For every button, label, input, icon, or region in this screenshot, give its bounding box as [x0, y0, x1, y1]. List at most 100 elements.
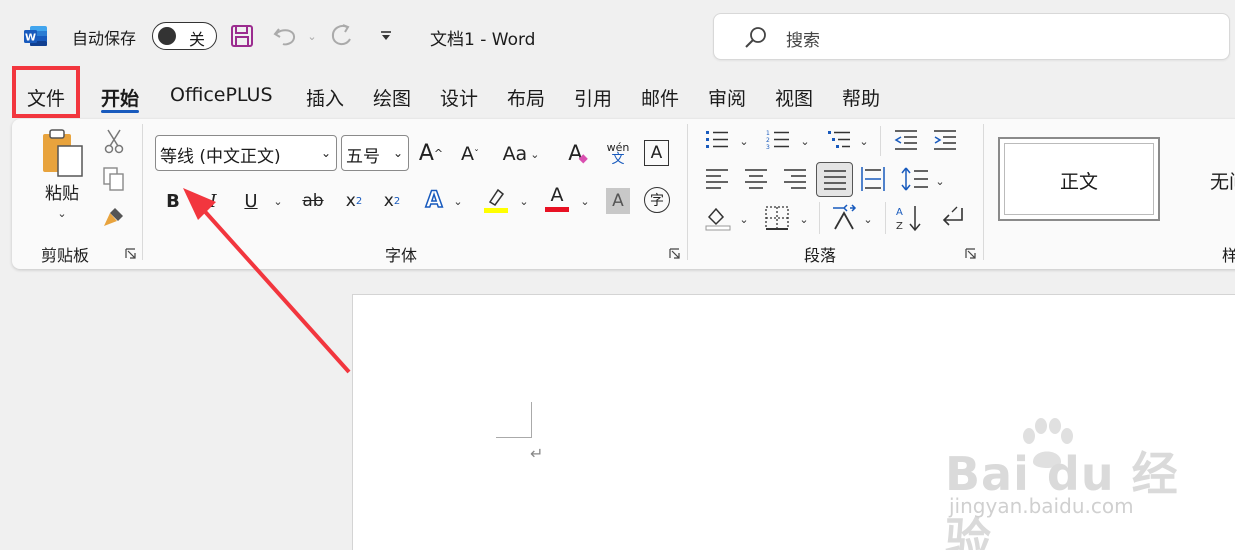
format-painter-icon[interactable]	[101, 204, 127, 230]
group-separator	[983, 124, 984, 260]
paste-label[interactable]: 粘贴	[42, 180, 82, 204]
autosave-toggle[interactable]: 关	[152, 22, 217, 50]
underline-label: U	[244, 190, 258, 212]
tab-references[interactable]: 引用	[574, 84, 612, 111]
multilevel-list-icon[interactable]	[826, 128, 852, 152]
underline-button[interactable]: U	[238, 187, 264, 215]
svg-text:Z: Z	[896, 221, 903, 232]
subscript-icon[interactable]: x2	[340, 187, 368, 215]
line-spacing-icon[interactable]	[901, 166, 929, 192]
asian-layout-icon[interactable]	[830, 204, 858, 232]
change-case-label: Aa	[502, 143, 528, 165]
paragraph-mark-icon: ↵	[530, 444, 544, 463]
numbering-icon[interactable]: 123	[765, 128, 791, 152]
undo-dropdown-icon[interactable]: ⌄	[298, 22, 326, 50]
bullets-icon[interactable]	[704, 128, 730, 152]
align-right-icon[interactable]	[782, 167, 808, 191]
font-group-label: 字体	[385, 246, 418, 265]
style-no-spacing-tile[interactable]: 无间	[1170, 137, 1235, 221]
style-no-spacing-label: 无间	[1210, 171, 1235, 193]
paste-dropdown-icon[interactable]: ⌄	[55, 206, 69, 220]
svg-text:W: W	[25, 33, 36, 44]
text-effects-dropdown-icon[interactable]: ⌄	[451, 192, 465, 210]
tab-home[interactable]: 开始	[101, 84, 139, 111]
distributed-icon[interactable]	[860, 166, 886, 192]
clear-formatting-icon[interactable]: A ◆	[563, 138, 593, 168]
svg-text:3: 3	[766, 144, 770, 151]
align-center-icon[interactable]	[743, 167, 769, 191]
styles-group-label: 样	[1222, 246, 1235, 265]
title-bar: W 自动保存 关 ⌄ 文档1 - Word 搜索	[0, 0, 1235, 66]
cut-icon[interactable]	[102, 128, 126, 154]
svg-text:2: 2	[766, 137, 770, 144]
sort-icon[interactable]: AZ	[895, 204, 923, 232]
style-normal-label: 正文	[1059, 171, 1098, 193]
baidu-watermark-logo: Bai du 经验 jingyan.baidu.com	[945, 418, 1185, 550]
grow-font-icon[interactable]: A ^	[417, 138, 445, 168]
style-normal-tile[interactable]: 正文	[998, 137, 1160, 221]
paragraph-launcher-icon[interactable]	[965, 248, 976, 259]
search-box[interactable]: 搜索	[713, 13, 1230, 60]
show-formatting-marks-icon[interactable]	[938, 204, 966, 232]
shading-dropdown-icon[interactable]: ⌄	[737, 210, 751, 228]
borders-dropdown-icon[interactable]: ⌄	[797, 210, 811, 228]
autosave-state: 关	[189, 30, 206, 49]
save-icon[interactable]	[228, 22, 256, 50]
tab-mailings[interactable]: 邮件	[641, 84, 679, 111]
tab-design[interactable]: 设计	[440, 84, 478, 111]
font-color-dropdown-icon[interactable]: ⌄	[578, 192, 592, 210]
borders-icon[interactable]	[764, 205, 790, 231]
font-color-icon[interactable]: A	[543, 184, 571, 214]
svg-text:A: A	[896, 207, 903, 218]
line-spacing-dropdown-icon[interactable]: ⌄	[933, 172, 947, 190]
character-border-icon[interactable]: A	[644, 140, 669, 166]
tab-officeplus[interactable]: OfficePLUS	[170, 84, 273, 106]
chevron-down-icon: ⌄	[320, 146, 331, 160]
decrease-indent-icon[interactable]	[893, 128, 919, 152]
highlight-color-icon[interactable]	[482, 186, 510, 214]
tab-view[interactable]: 视图	[775, 84, 813, 111]
group-separator	[687, 124, 688, 260]
character-border-label: A	[650, 143, 663, 163]
italic-label: I	[209, 190, 217, 212]
shrink-font-icon[interactable]: Aˇ	[456, 140, 484, 168]
tab-layout[interactable]: 布局	[507, 84, 545, 111]
multilevel-dropdown-icon[interactable]: ⌄	[857, 132, 871, 150]
paste-icon[interactable]	[40, 128, 86, 178]
tab-review[interactable]: 审阅	[708, 84, 746, 111]
customize-toolbar-icon[interactable]	[372, 22, 400, 50]
superscript-icon[interactable]: x2	[378, 187, 406, 215]
shading-icon[interactable]	[705, 205, 731, 231]
tab-help[interactable]: 帮助	[842, 84, 880, 111]
align-left-icon[interactable]	[704, 167, 730, 191]
bullets-dropdown-icon[interactable]: ⌄	[737, 132, 751, 150]
text-effects-icon[interactable]: A	[420, 185, 448, 215]
search-placeholder: 搜索	[786, 31, 820, 51]
enclose-characters-icon[interactable]: 字	[644, 187, 670, 213]
redo-icon[interactable]	[328, 22, 356, 50]
file-tab-highlight-box	[12, 66, 80, 118]
tab-insert[interactable]: 插入	[306, 84, 344, 111]
font-size-combobox[interactable]: 五号 ⌄	[341, 135, 409, 171]
font-name-combobox[interactable]: 等线 (中文正文) ⌄	[155, 135, 337, 171]
font-launcher-icon[interactable]	[669, 248, 680, 259]
word-logo-icon[interactable]: W	[23, 24, 48, 48]
increase-indent-icon[interactable]	[932, 128, 958, 152]
clipboard-launcher-icon[interactable]	[125, 248, 136, 259]
tab-draw[interactable]: 绘图	[373, 84, 411, 111]
phonetic-guide-icon[interactable]: wén 文	[603, 138, 633, 170]
italic-button[interactable]: I	[200, 187, 226, 215]
highlight-dropdown-icon[interactable]: ⌄	[517, 192, 531, 210]
strikethrough-button[interactable]: ab	[297, 187, 329, 215]
character-shading-icon[interactable]: A	[606, 188, 630, 214]
change-case-button[interactable]: Aa ⌄	[498, 140, 544, 168]
justify-icon[interactable]	[816, 162, 853, 197]
asian-layout-dropdown-icon[interactable]: ⌄	[861, 210, 875, 228]
undo-icon[interactable]	[272, 22, 300, 50]
underline-dropdown-icon[interactable]: ⌄	[271, 192, 285, 210]
numbering-dropdown-icon[interactable]: ⌄	[798, 132, 812, 150]
active-tab-indicator	[101, 110, 139, 113]
copy-icon[interactable]	[101, 166, 127, 192]
toggle-knob	[158, 27, 176, 45]
bold-button[interactable]: B	[160, 187, 186, 215]
